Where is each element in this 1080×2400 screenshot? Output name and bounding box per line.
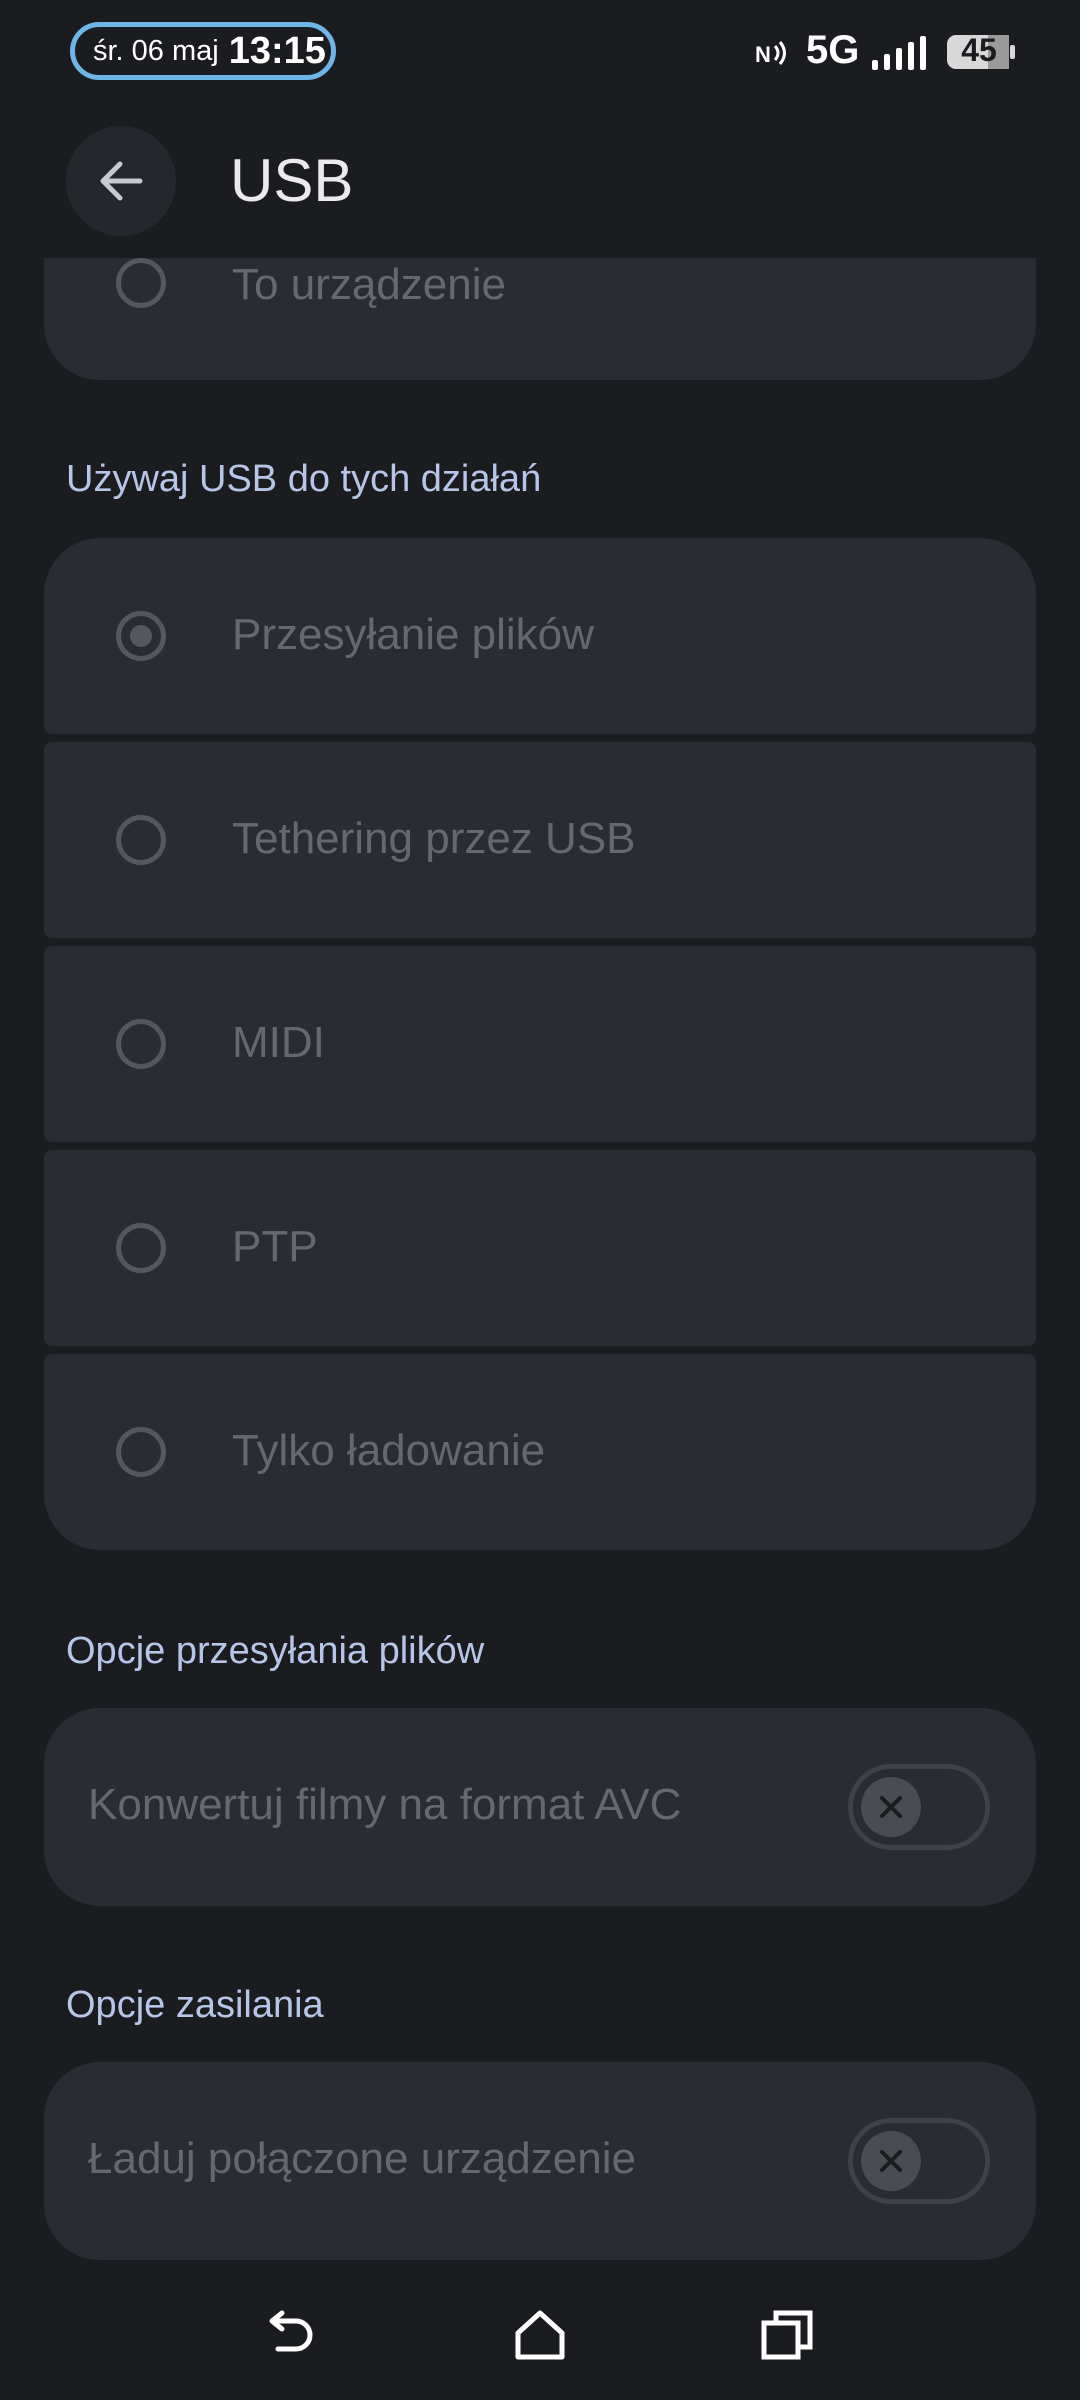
convert-avc-toggle[interactable] xyxy=(848,1764,990,1850)
status-time: 13:15 xyxy=(228,29,326,72)
radio-button[interactable] xyxy=(116,258,166,308)
nav-home-button[interactable] xyxy=(490,2290,590,2380)
convert-avc-row[interactable]: Konwertuj filmy na format AVC xyxy=(44,1708,1036,1906)
home-icon xyxy=(515,2310,565,2360)
usb-mode-option[interactable]: Przesyłanie plików xyxy=(44,538,1036,734)
toggle-label: Konwertuj filmy na format AVC xyxy=(88,1780,682,1829)
usb-mode-option[interactable]: Tylko ładowanie xyxy=(44,1354,1036,1550)
option-label: MIDI xyxy=(232,1018,325,1067)
datetime-pill: śr. 06 maj 13:15 xyxy=(70,22,336,80)
recents-icon xyxy=(761,2310,813,2360)
section-header-usb-mode: Używaj USB do tych działań xyxy=(66,458,542,500)
arrow-left-icon xyxy=(100,161,143,201)
page-title: USB xyxy=(230,147,354,214)
usb-controlled-by-card: To urządzenie xyxy=(44,258,1036,380)
usb-mode-option[interactable]: MIDI xyxy=(44,946,1036,1142)
app-bar: USB xyxy=(0,120,1080,260)
option-label: Tylko ładowanie xyxy=(232,1426,546,1475)
section-header-file-transfer: Opcje przesyłania plików xyxy=(66,1630,485,1672)
back-button[interactable] xyxy=(66,126,176,236)
option-label: PTP xyxy=(232,1222,318,1271)
option-label: To urządzenie xyxy=(232,260,506,309)
status-bar: śr. 06 maj 13:15 N 5G 45 xyxy=(0,0,1080,110)
battery-level: 45 xyxy=(961,32,997,68)
close-icon xyxy=(880,2150,902,2172)
usb-mode-option[interactable]: PTP xyxy=(44,1150,1036,1346)
toggle-knob xyxy=(861,2131,921,2191)
nav-recents-button[interactable] xyxy=(738,2290,838,2380)
navigation-bar xyxy=(0,2290,1080,2400)
nfc-icon: N xyxy=(755,41,786,67)
svg-text:N: N xyxy=(755,42,771,67)
toggle-knob xyxy=(861,1777,921,1837)
charge-device-row[interactable]: Ładuj połączone urządzenie xyxy=(44,2062,1036,2260)
back-icon xyxy=(269,2310,313,2352)
network-type: 5G xyxy=(806,28,860,72)
section-header-power: Opcje zasilania xyxy=(66,1984,324,2026)
nav-back-button[interactable] xyxy=(240,2290,340,2380)
radio-button[interactable] xyxy=(116,1427,166,1477)
option-label: Tethering przez USB xyxy=(232,814,636,863)
radio-button[interactable] xyxy=(116,1223,166,1273)
charge-device-toggle[interactable] xyxy=(848,2118,990,2204)
status-date: śr. 06 maj xyxy=(93,34,219,67)
radio-button[interactable] xyxy=(116,1019,166,1069)
option-label: Przesyłanie plików xyxy=(232,610,594,659)
close-icon xyxy=(880,1796,902,1818)
toggle-label: Ładuj połączone urządzenie xyxy=(88,2134,636,2183)
radio-button-selected[interactable] xyxy=(116,611,166,661)
usb-mode-option[interactable]: Tethering przez USB xyxy=(44,742,1036,938)
radio-button[interactable] xyxy=(116,815,166,865)
signal-icon xyxy=(872,36,926,70)
